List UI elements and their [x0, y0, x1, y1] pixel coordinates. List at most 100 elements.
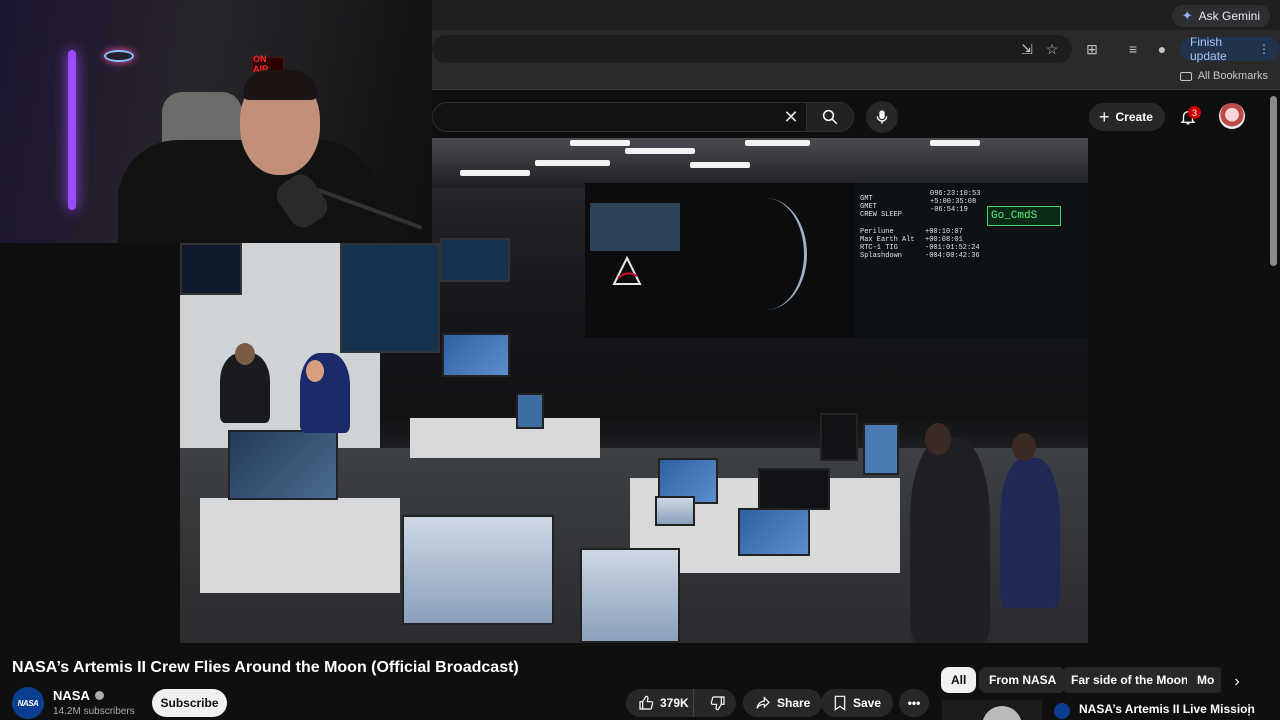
- ceiling-light: [930, 140, 980, 146]
- person: [1000, 458, 1060, 608]
- profile-icon[interactable]: ●: [1151, 38, 1173, 60]
- address-bar[interactable]: [432, 35, 1072, 63]
- person-head: [1012, 433, 1036, 461]
- console-desk: [200, 498, 400, 593]
- monitor: [758, 468, 830, 510]
- chip-from-nasa[interactable]: From NASA: [979, 667, 1067, 693]
- person-head: [925, 423, 951, 455]
- like-count: 379K: [660, 696, 689, 710]
- gemini-sparkle-icon: ✦: [1181, 8, 1193, 23]
- monitor: [402, 515, 554, 625]
- search-button[interactable]: [806, 102, 854, 132]
- monitor: [442, 333, 510, 377]
- ceiling-light: [690, 162, 750, 168]
- clock-labels: GMT GMET CREW SLEEP: [860, 195, 903, 219]
- verified-badge-icon: [94, 691, 104, 700]
- artemis-wall-screen: [180, 243, 242, 295]
- create-button[interactable]: + Create: [1089, 103, 1165, 131]
- on-air-sign: ON AIR: [252, 54, 284, 74]
- thumbs-up-icon: [639, 695, 654, 710]
- search-input[interactable]: [432, 102, 812, 132]
- side-display: [440, 238, 510, 282]
- ask-gemini-button[interactable]: ✦ Ask Gemini: [1171, 5, 1270, 27]
- reading-list-icon[interactable]: ≡: [1122, 38, 1144, 60]
- chip-all[interactable]: All: [941, 667, 977, 693]
- chevron-right-icon[interactable]: ›: [1227, 672, 1247, 692]
- person-head: [306, 360, 324, 382]
- account-avatar[interactable]: [1219, 103, 1245, 129]
- monitor: [820, 413, 858, 461]
- finish-update-label: Finish update: [1190, 35, 1227, 63]
- person: [910, 438, 990, 643]
- install-app-icon[interactable]: ⇲: [1016, 38, 1038, 60]
- video-title: NASA’s Artemis II Crew Flies Around the …: [12, 659, 519, 676]
- recommendation-title[interactable]: NASA’s Artemis II Live Mission: [1079, 702, 1255, 716]
- screen: ✦ Ask Gemini ⇲ ☆ ⊞ ≡ ● Finish update ⋮ A…: [0, 0, 1280, 720]
- bookmark-save-icon: [834, 695, 846, 711]
- monitor: [738, 508, 810, 556]
- channel-name: NASA: [53, 688, 90, 703]
- moon-thumbnail: [982, 706, 1022, 720]
- monitor: [863, 423, 899, 475]
- more-horizontal-icon: •••: [907, 696, 921, 710]
- monitor: [580, 548, 680, 643]
- moon-graphic: [725, 198, 807, 310]
- ceiling-light: [535, 160, 610, 166]
- dislike-button[interactable]: [700, 695, 736, 711]
- notification-badge: 3: [1188, 106, 1201, 119]
- share-label: Share: [777, 696, 811, 710]
- ceiling-light: [570, 140, 630, 146]
- wall-feed-panel: [590, 203, 680, 251]
- bookmark-star-icon[interactable]: ☆: [1041, 38, 1063, 60]
- all-bookmarks-label: All Bookmarks: [1197, 70, 1268, 82]
- neon-light-bar: [68, 50, 76, 210]
- go-status-box: Go_CmdS: [987, 206, 1061, 226]
- thumbs-down-icon: [710, 696, 725, 711]
- microphone-icon: [876, 110, 888, 124]
- ufo-neon-sign-icon: [104, 50, 134, 62]
- side-display: [340, 243, 440, 353]
- ceiling-light: [745, 140, 810, 146]
- trajectory-values: +00:10:07 +00:08:01 -001:01:52:24 -004:0…: [925, 228, 980, 260]
- monitor: [516, 393, 544, 429]
- recommendation-menu-icon[interactable]: ⋮: [1241, 700, 1257, 718]
- chip-overflow-clip: Mo: [1187, 667, 1221, 693]
- finish-update-button[interactable]: Finish update ⋮: [1180, 35, 1280, 63]
- create-label: Create: [1115, 110, 1153, 124]
- like-button[interactable]: 379K: [626, 689, 695, 717]
- streamer-hair: [243, 70, 317, 100]
- trajectory-labels: Perilune Max Earth Alt RTC-1 TIG Splashd…: [860, 228, 915, 260]
- tab-search-icon[interactable]: ⊞: [1081, 38, 1103, 60]
- person-head: [235, 343, 255, 365]
- monitor: [655, 496, 695, 526]
- save-button[interactable]: Save: [821, 689, 894, 717]
- all-bookmarks-button[interactable]: All Bookmarks: [1179, 70, 1268, 82]
- nasa-logo-icon: NASA: [17, 698, 39, 708]
- chip-far-side-of-the-moon[interactable]: Far side of the Moon: [1061, 667, 1199, 693]
- subscriber-count: 14.2M subscribers: [53, 706, 135, 717]
- chip-truncated[interactable]: Mo: [1187, 667, 1221, 693]
- more-actions-button[interactable]: •••: [899, 689, 929, 717]
- channel-avatar[interactable]: NASA: [12, 687, 44, 719]
- ceiling-light: [625, 148, 695, 154]
- kebab-menu-icon: ⋮: [1258, 42, 1270, 56]
- artemis-logo-icon: [612, 256, 642, 285]
- webcam-overlay: ON AIR: [0, 0, 432, 243]
- like-dislike-group: 379K: [626, 689, 736, 717]
- recommendation-thumbnail[interactable]: [942, 700, 1042, 720]
- monitor: [228, 430, 338, 500]
- plus-icon: +: [1099, 107, 1110, 127]
- clock-values: 096:23:10:53 +5:00:35:08 -06:54:19: [930, 190, 981, 214]
- ceiling-light: [460, 170, 530, 176]
- share-button[interactable]: Share: [743, 689, 823, 717]
- recommendation-channel-avatar[interactable]: [1054, 703, 1070, 719]
- ask-gemini-label: Ask Gemini: [1198, 9, 1260, 23]
- voice-search-button[interactable]: [866, 101, 898, 133]
- channel-name-link[interactable]: NASA: [53, 688, 104, 703]
- page-scrollbar[interactable]: [1270, 96, 1277, 266]
- subscribe-button[interactable]: Subscribe: [152, 689, 227, 717]
- save-label: Save: [853, 696, 882, 710]
- search-icon: [822, 109, 838, 125]
- clear-search-icon[interactable]: ✕: [780, 106, 802, 128]
- console-desk: [410, 418, 600, 458]
